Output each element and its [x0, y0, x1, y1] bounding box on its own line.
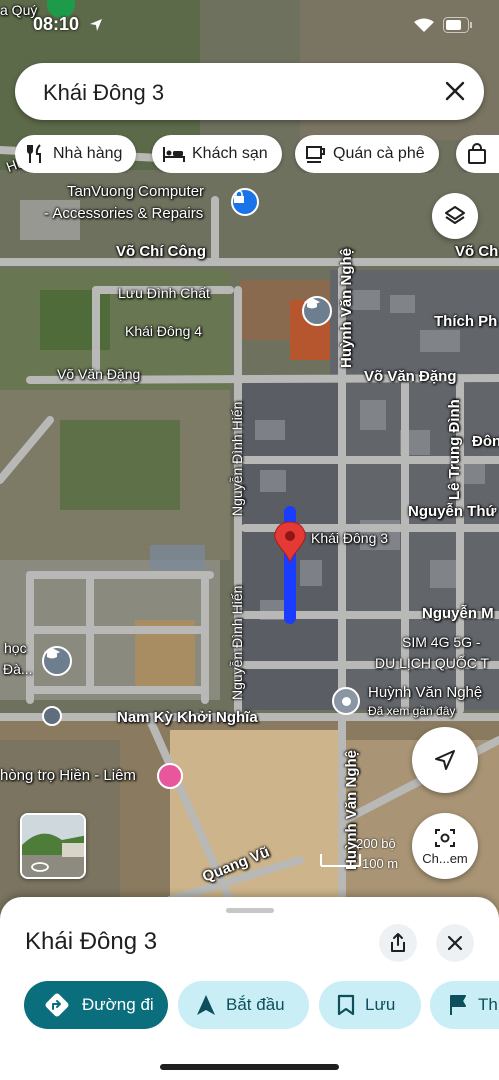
recent-place-label[interactable]: Huỳnh Văn Nghệ [368, 684, 482, 701]
save-button[interactable]: Lưu [319, 981, 421, 1029]
status-time: 08:10 [33, 14, 80, 34]
street-label: Thích Ph [434, 313, 498, 330]
action-buttons: Đường đi Bắt đầu Lưu Th [24, 981, 499, 1029]
shop-pin-icon[interactable] [231, 188, 259, 216]
chip-hotels[interactable]: Khách sạn [152, 135, 282, 173]
drag-handle[interactable] [226, 908, 274, 913]
navigation-icon [197, 995, 215, 1015]
street-label: Nguyễn Thứ [408, 503, 497, 520]
directions-label: Đường đi [82, 995, 154, 1014]
poi-label[interactable]: SIM 4G 5G - [402, 634, 481, 650]
place-bottom-sheet[interactable]: Khái Đông 3 Đường đi Bắt đầu Lưu Th [0, 897, 499, 1080]
poi-label[interactable]: học [4, 640, 27, 656]
selected-place-label[interactable]: Khái Đông 3 [311, 530, 388, 546]
street-label: Lưu Đình Chất [118, 285, 210, 301]
add-label-button[interactable]: Th [430, 981, 499, 1029]
layers-button[interactable] [432, 193, 478, 239]
close-icon[interactable] [440, 76, 470, 106]
poi-label-tanvuong[interactable]: TanVuong Computer [67, 183, 204, 200]
chip-label: Quán cà phê [333, 145, 425, 162]
chip-label: Nhà hàng [53, 145, 123, 162]
school-icon[interactable] [302, 296, 332, 326]
explore-label: Ch...em [422, 850, 468, 866]
home-indicator[interactable] [160, 1064, 339, 1070]
battery-icon [443, 17, 472, 33]
poi-label[interactable]: DU LỊCH QUỐC T [375, 655, 489, 671]
bus-stop-icon[interactable] [42, 706, 62, 726]
hotel-icon [163, 147, 185, 162]
street-label: Nguyễn Đình Hiến [229, 401, 245, 516]
close-icon [447, 935, 463, 951]
navigation-arrow-icon [435, 750, 455, 770]
chip-restaurants[interactable]: Nhà hàng [15, 135, 137, 173]
directions-icon [45, 993, 69, 1017]
close-sheet-button[interactable] [436, 924, 474, 962]
share-icon [391, 933, 405, 952]
street-label: Nguyễn Đình Hiến [229, 585, 245, 700]
street-label: Lê Trung Đình [446, 399, 463, 500]
street-view-thumbnail[interactable] [20, 813, 86, 879]
map-scale: 200 bộ 100 m [320, 836, 400, 872]
shopping-icon [468, 143, 486, 164]
street-label: Nguyễn M [422, 605, 494, 622]
category-chips: Nhà hàng Khách sạn Quán cà phê [15, 135, 499, 173]
place-title: Khái Đông 3 [25, 928, 158, 955]
poi-label[interactable]: Đà... [3, 661, 33, 677]
wifi-icon [414, 18, 434, 32]
scale-feet: 200 bộ [356, 836, 396, 851]
street-label: Nam Kỳ Khởi Nghĩa [117, 709, 258, 726]
chip-label: Khách sạn [192, 145, 268, 162]
poi-label[interactable]: hòng trọ Hiền - Liêm [0, 767, 136, 784]
status-bar: 08:10 [0, 0, 499, 50]
bookmark-icon [337, 994, 355, 1016]
restaurant-icon [27, 144, 41, 163]
start-button[interactable]: Bắt đầu [178, 981, 309, 1029]
street-label: Khái Đông 4 [125, 323, 203, 339]
share-button[interactable] [379, 924, 417, 962]
school-icon[interactable] [42, 646, 72, 676]
lens-icon [435, 828, 455, 847]
chip-shopping[interactable] [456, 135, 499, 173]
poi-label-tanvuong[interactable]: - Accessories & Repairs [44, 205, 203, 222]
street-label: Đôn [472, 433, 499, 450]
start-label: Bắt đầu [226, 995, 285, 1014]
street-label: Võ Văn Đặng [57, 366, 141, 382]
directions-button[interactable]: Đường đi [24, 981, 168, 1029]
street-label: Võ Ch [455, 243, 499, 260]
street-label: Võ Văn Đặng [364, 368, 457, 385]
my-location-button[interactable] [412, 727, 478, 793]
rotate-360-icon [31, 862, 49, 872]
label-label: Th [478, 995, 498, 1014]
flag-icon [450, 995, 466, 1015]
location-arrow-icon [90, 19, 102, 31]
chip-cafes[interactable]: Quán cà phê [295, 135, 439, 173]
explore-button[interactable]: Ch...em [412, 813, 478, 879]
hotel-pin-icon[interactable] [157, 763, 183, 789]
cafe-icon [306, 146, 325, 163]
street-label: Võ Chí Công [116, 243, 206, 260]
recent-place-sublabel: Đã xem gần đây [368, 704, 456, 718]
layers-icon [445, 206, 465, 224]
search-query[interactable]: Khái Đông 3 [43, 80, 164, 106]
scale-meters: 100 m [362, 856, 399, 871]
recent-place-icon[interactable] [332, 687, 360, 715]
search-bar[interactable]: Khái Đông 3 [15, 63, 484, 120]
street-label: Huỳnh Văn Nghệ [338, 247, 355, 368]
save-label: Lưu [365, 995, 396, 1014]
